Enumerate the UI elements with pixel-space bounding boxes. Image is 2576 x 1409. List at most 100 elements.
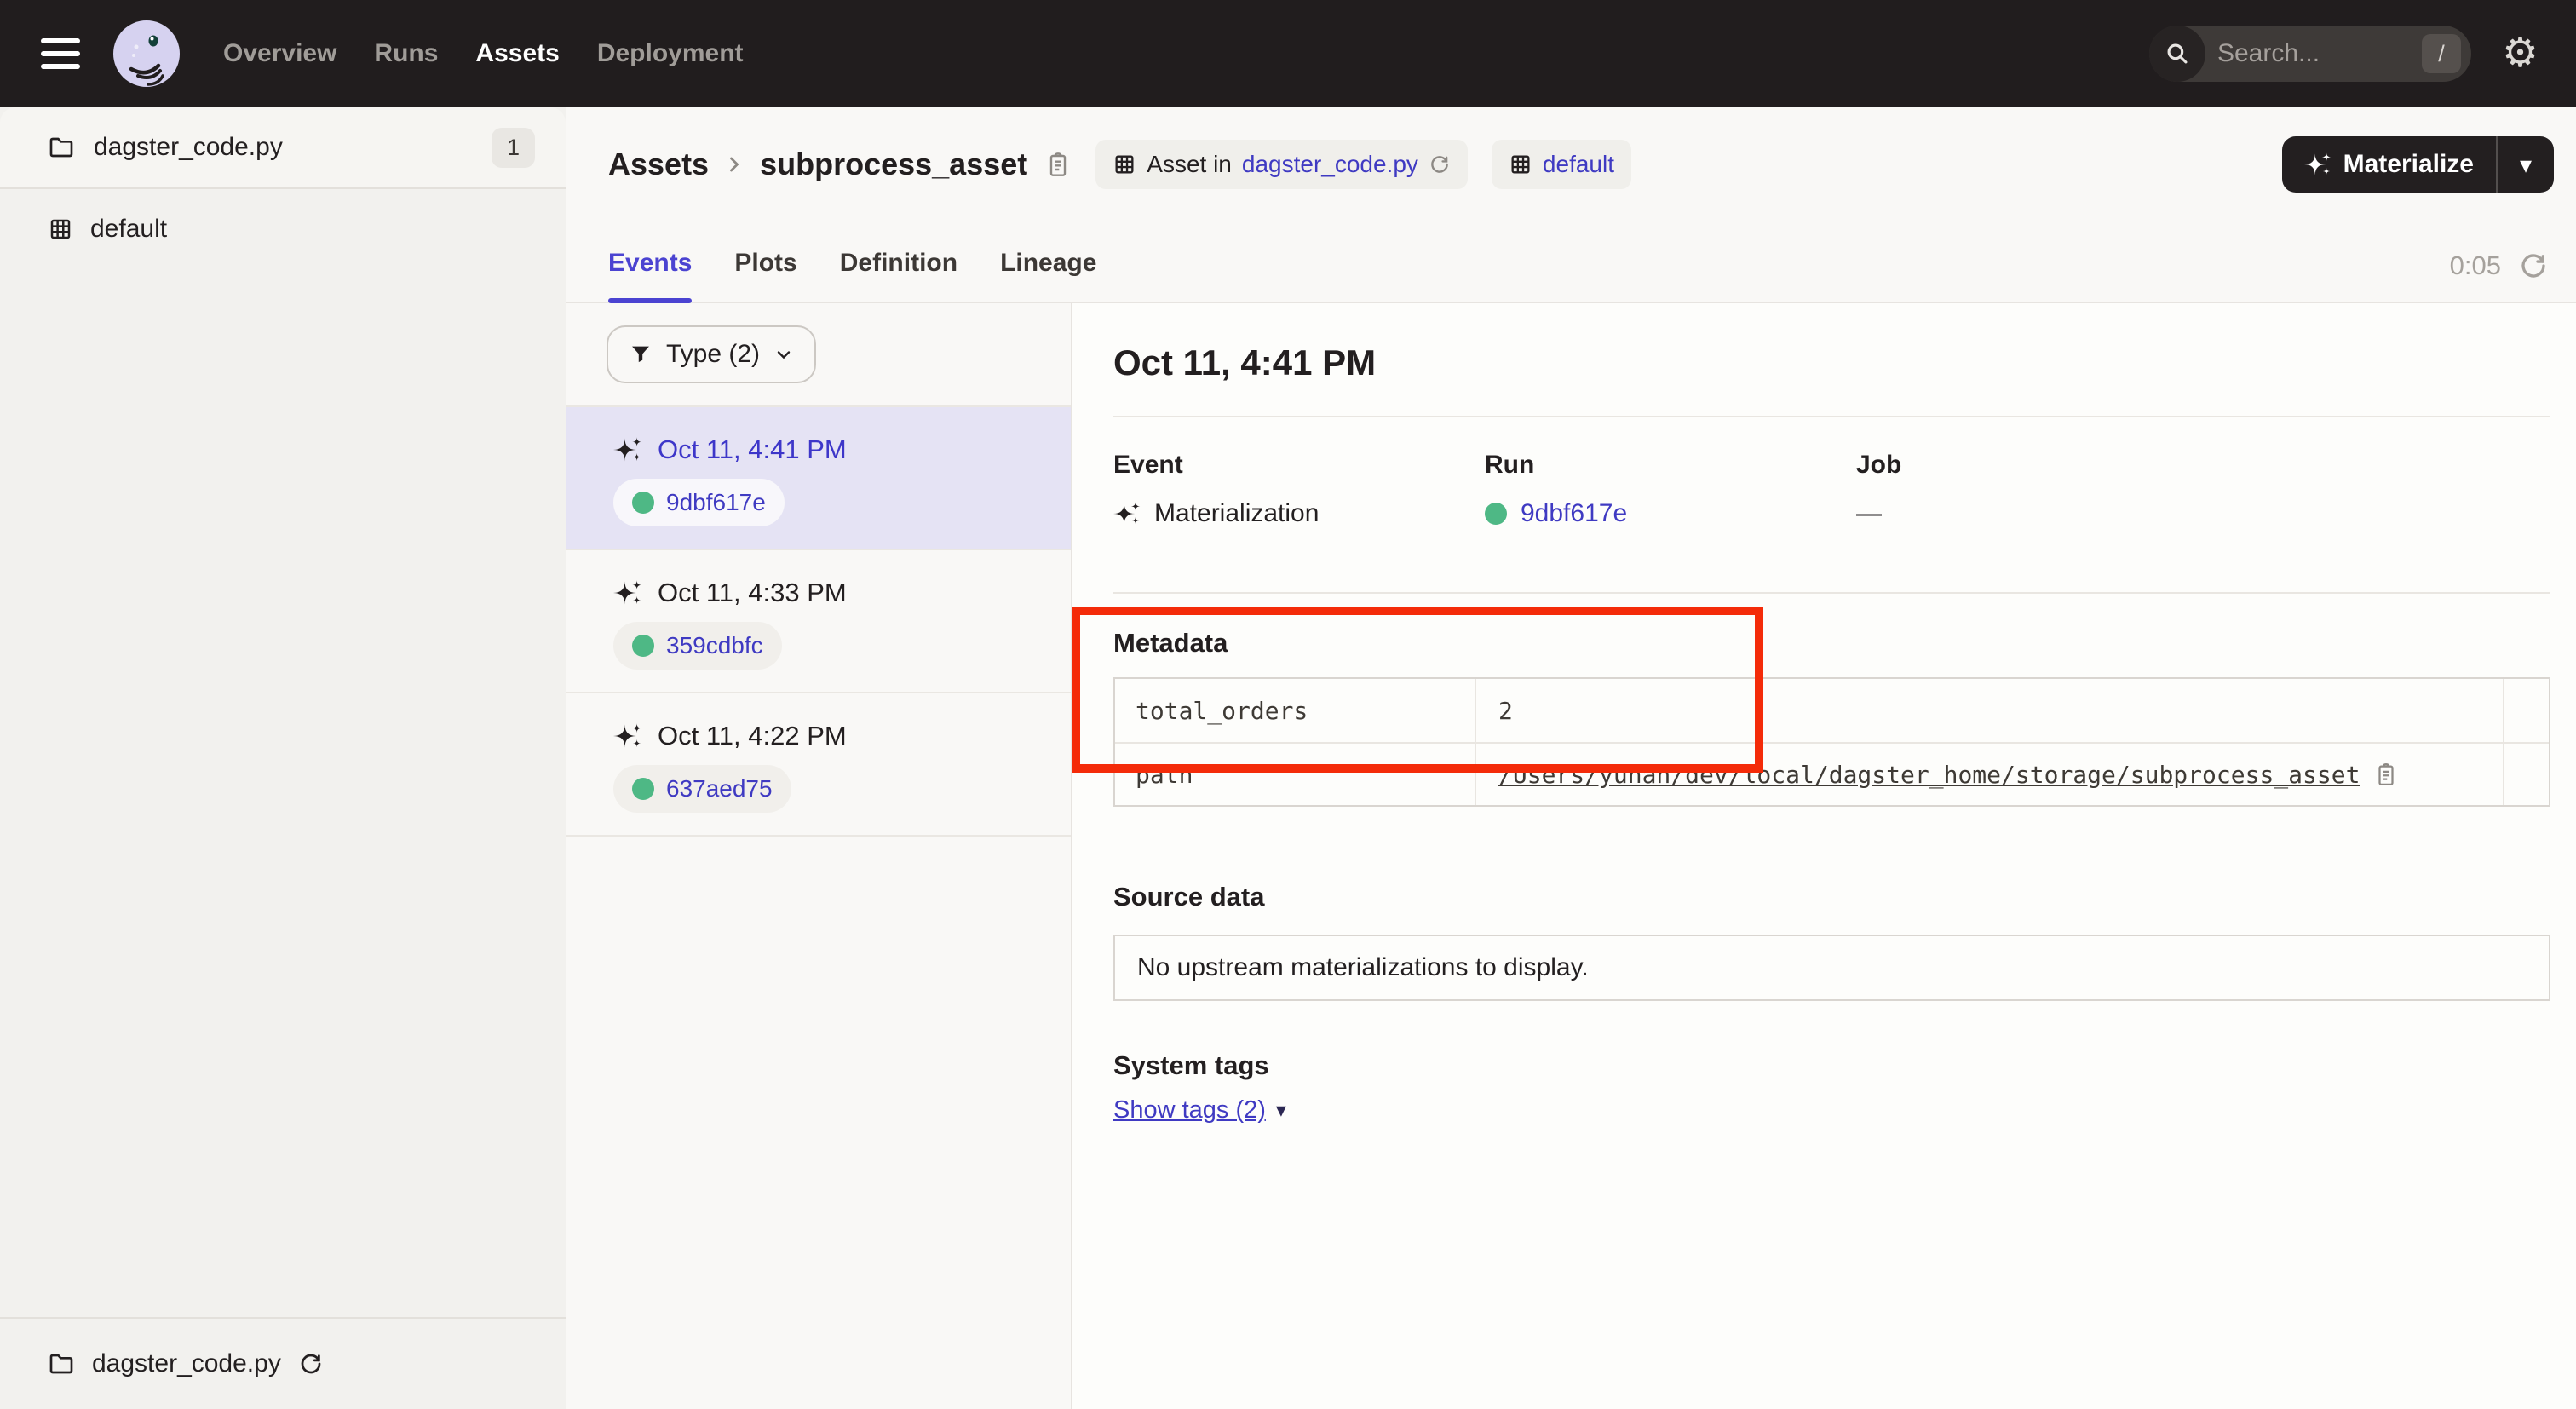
table-row: path /Users/yuhan/dev/local/dagster_home… [1115, 742, 2549, 805]
materialize-button[interactable]: Materialize [2282, 136, 2496, 193]
event-list-item[interactable]: Oct 11, 4:33 PM 359cdbfc [566, 550, 1071, 693]
page-title-asset-name: subprocess_asset [760, 147, 1027, 182]
event-filter-row: Type (2) [566, 303, 1071, 407]
metadata-value: 2 [1498, 697, 1513, 725]
event-timestamp: Oct 11, 4:22 PM [658, 721, 847, 751]
tab-events[interactable]: Events [608, 249, 692, 302]
job-column-label: Job [1856, 450, 2228, 480]
reload-icon[interactable] [298, 1351, 324, 1377]
refresh-countdown: 0:05 [2450, 250, 2501, 281]
search-shortcut-badge: / [2422, 34, 2461, 73]
grid-icon [1113, 152, 1136, 176]
main-content: Assets subprocess_asset Asset in dagster… [566, 107, 2576, 1409]
grid-icon [1509, 152, 1532, 176]
materialization-event-list: Type (2) [566, 303, 1071, 1409]
chevron-right-icon [722, 152, 746, 176]
code-location-sidebar: dagster_code.py 1 default dagster_code.p… [0, 107, 566, 1409]
footer-code-location-label: dagster_code.py [92, 1349, 281, 1378]
event-detail-heading: Oct 11, 4:41 PM [1113, 342, 2550, 383]
folder-icon [48, 1350, 75, 1377]
asset-count-badge: 1 [492, 128, 535, 168]
top-navigation-bar: Overview Runs Assets Deployment / ⚙ [0, 0, 2576, 107]
code-location-link[interactable]: dagster_code.py [1242, 151, 1418, 178]
gear-icon[interactable]: ⚙ [2502, 33, 2539, 74]
nav-item-assets[interactable]: Assets [475, 39, 559, 68]
asset-group-link[interactable]: default [1543, 151, 1614, 178]
sidebar-item-default-group[interactable]: default [0, 189, 566, 269]
asset-group-badge: default [1492, 140, 1631, 189]
nav-item-runs[interactable]: Runs [374, 39, 438, 68]
show-tags-toggle[interactable]: Show tags (2) ▾ [1113, 1096, 1286, 1124]
divider [1113, 592, 2550, 594]
run-id-link: 9dbf617e [666, 489, 766, 516]
materialize-label: Materialize [2343, 150, 2474, 179]
search-box[interactable]: / [2149, 26, 2471, 82]
run-success-dot [632, 492, 654, 514]
event-type-value: Materialization [1154, 499, 1319, 528]
metadata-key: total_orders [1115, 679, 1476, 742]
table-end-cell [2503, 744, 2549, 805]
asset-in-label: Asset in [1147, 151, 1232, 178]
table-row: total_orders 2 [1115, 679, 2549, 742]
nav-item-overview[interactable]: Overview [223, 39, 336, 68]
job-value-empty: — [1856, 499, 1882, 528]
show-tags-label: Show tags (2) [1113, 1096, 1266, 1124]
dagster-logo[interactable] [111, 18, 182, 89]
event-timestamp: Oct 11, 4:41 PM [658, 434, 847, 465]
event-list-item[interactable]: Oct 11, 4:41 PM 9dbf617e [566, 407, 1071, 550]
asset-tabs-row: Events Plots Definition Lineage 0:05 [566, 221, 2576, 303]
sidebar-footer-code-location[interactable]: dagster_code.py [0, 1317, 566, 1409]
asset-group-label: default [90, 215, 167, 244]
run-id-link: 637aed75 [666, 775, 773, 802]
source-data-empty-box: No upstream materializations to display. [1113, 935, 2550, 1001]
folder-icon [48, 134, 75, 161]
run-id-pill[interactable]: 637aed75 [613, 765, 791, 813]
event-column-label: Event [1113, 450, 1485, 480]
tab-plots[interactable]: Plots [734, 249, 796, 302]
materialize-dropdown-caret[interactable]: ▾ [2498, 136, 2554, 193]
run-id-pill[interactable]: 9dbf617e [613, 479, 785, 526]
sparkle-icon [1113, 500, 1141, 527]
event-list-item[interactable]: Oct 11, 4:22 PM 637aed75 [566, 693, 1071, 837]
hamburger-menu-icon[interactable] [41, 38, 80, 69]
sidebar-item-code-location[interactable]: dagster_code.py 1 [0, 107, 566, 189]
table-end-cell [2503, 679, 2549, 742]
sparkle-icon [613, 722, 642, 751]
reload-icon[interactable] [1429, 153, 1451, 175]
caret-down-icon: ▾ [1276, 1098, 1286, 1123]
chevron-down-icon [773, 344, 794, 365]
run-success-dot [1485, 503, 1507, 525]
tab-definition[interactable]: Definition [840, 249, 957, 302]
code-location-label: dagster_code.py [94, 133, 283, 162]
run-success-dot [632, 778, 654, 800]
metadata-table: total_orders 2 path /Users/yuhan/dev/loc… [1113, 677, 2550, 807]
source-data-heading: Source data [1113, 882, 2550, 912]
copy-path-icon[interactable] [2373, 762, 2399, 787]
copy-asset-name-icon[interactable] [1044, 151, 1072, 178]
nav-right-group: / ⚙ [2149, 26, 2539, 82]
sparkle-icon [613, 435, 642, 464]
asset-page-header: Assets subprocess_asset Asset in dagster… [566, 107, 2576, 221]
tab-lineage[interactable]: Lineage [1000, 249, 1096, 302]
run-id-pill[interactable]: 359cdbfc [613, 622, 782, 670]
metadata-path-link[interactable]: /Users/yuhan/dev/local/dagster_home/stor… [1498, 761, 2360, 789]
refresh-icon[interactable] [2518, 250, 2549, 281]
primary-nav: Overview Runs Assets Deployment [223, 39, 744, 68]
nav-item-deployment[interactable]: Deployment [597, 39, 744, 68]
breadcrumb-assets-link[interactable]: Assets [608, 147, 709, 182]
search-input[interactable] [2205, 39, 2422, 68]
funnel-icon [629, 342, 653, 366]
divider [1113, 416, 2550, 417]
materialize-button-group: Materialize ▾ [2282, 136, 2554, 193]
event-type-filter-button[interactable]: Type (2) [607, 325, 816, 383]
event-timestamp: Oct 11, 4:33 PM [658, 578, 847, 608]
sparkle-icon [2304, 151, 2332, 178]
filter-label: Type (2) [666, 340, 760, 369]
run-id-link[interactable]: 9dbf617e [1521, 499, 1627, 528]
system-tags-heading: System tags [1113, 1050, 2550, 1081]
source-data-empty-message: No upstream materializations to display. [1137, 953, 1589, 982]
search-icon [2149, 26, 2205, 82]
run-id-link: 359cdbfc [666, 632, 763, 659]
asset-group-grid-icon [48, 216, 73, 242]
run-success-dot [632, 635, 654, 657]
